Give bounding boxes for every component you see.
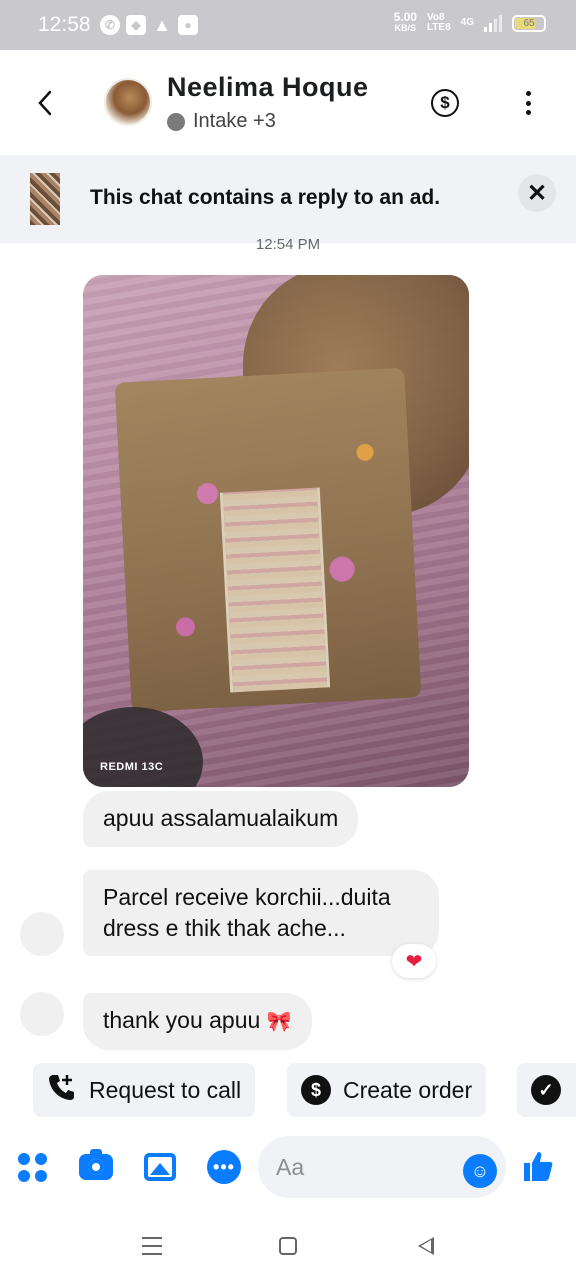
- status-right: 5.00 KB/S Vo8 LTE8 4G 65: [393, 10, 546, 34]
- volte-indicator: Vo8 LTE8: [427, 13, 451, 33]
- status-dot-icon: [167, 112, 185, 131]
- home-button[interactable]: [276, 1235, 300, 1257]
- battery-icon: 65: [512, 14, 546, 32]
- speed-value: 5.00: [393, 10, 417, 24]
- messenger-extras-button[interactable]: •••: [207, 1150, 241, 1184]
- back-triangle-icon: [418, 1237, 434, 1255]
- more-apps-button[interactable]: [15, 1150, 49, 1184]
- speed-unit: KB/S: [394, 23, 417, 33]
- message-input[interactable]: Aa ☺: [258, 1136, 506, 1198]
- signal-icon: [484, 14, 502, 32]
- ribbon-emoji: 🎀: [266, 1011, 292, 1033]
- whatsapp-icon: ✆: [100, 15, 120, 35]
- like-button[interactable]: [520, 1148, 556, 1184]
- mark-done-button[interactable]: ✓: [517, 1063, 576, 1117]
- message-text-line: Parcel receive korchii...duita: [103, 884, 391, 910]
- contact-subtitle-text: Intake +3: [193, 110, 276, 132]
- status-bar: 12:58 ✆ ◆ ▲ ● 5.00 KB/S Vo8 LTE8 4G 65: [0, 0, 576, 50]
- more-options-button[interactable]: [514, 88, 542, 118]
- close-icon: ✕: [526, 179, 548, 207]
- warning-icon: ▲: [153, 14, 171, 35]
- app-notification-icon: ◆: [126, 15, 146, 35]
- ad-reply-banner: This chat contains a reply to an ad. ✕: [0, 155, 576, 243]
- battery-level: 65: [523, 17, 535, 29]
- back-button[interactable]: [30, 88, 60, 118]
- camera-watermark: REDMI 13C: [100, 761, 164, 773]
- message-timestamp: 12:54 PM: [255, 236, 321, 252]
- message-bubble[interactable]: thank you apuu 🎀: [83, 993, 312, 1050]
- phone-plus-icon: [47, 1072, 77, 1109]
- messenger-dots-icon: •••: [207, 1150, 241, 1184]
- lte-label: LTE8: [426, 22, 451, 33]
- network-speed: 5.00 KB/S: [393, 10, 417, 34]
- menu-icon: [142, 1237, 162, 1255]
- gallery-button[interactable]: [143, 1150, 177, 1184]
- dollar-icon: $: [301, 1075, 331, 1105]
- photo-message[interactable]: REDMI 13C: [83, 275, 469, 787]
- sender-avatar-placeholder: [20, 992, 64, 1036]
- system-back-button[interactable]: [414, 1235, 438, 1257]
- chip-label: Create order: [343, 1076, 473, 1103]
- message-composer: ••• Aa ☺: [0, 1136, 576, 1200]
- close-banner-button[interactable]: ✕: [518, 174, 556, 212]
- heart-reaction[interactable]: ❤: [392, 944, 436, 978]
- message-input-placeholder: Aa: [276, 1154, 305, 1180]
- ad-banner-text: This chat contains a reply to an ad.: [90, 186, 441, 209]
- contact-name[interactable]: Neelima Hoque: [167, 72, 369, 103]
- sender-avatar-placeholder: [20, 912, 64, 956]
- contact-avatar[interactable]: [104, 78, 152, 126]
- contact-subtitle[interactable]: Intake +3: [167, 110, 276, 133]
- chevron-left-icon: [38, 90, 52, 116]
- dollar-button[interactable]: $: [431, 89, 459, 117]
- system-nav-bar: [0, 1210, 576, 1280]
- message-text-line: dress e thik thak ache...: [103, 915, 346, 941]
- quick-actions: Request to call $ Create order ✓: [0, 1063, 576, 1119]
- apps-grid-icon: [17, 1152, 47, 1182]
- chat-notification-icon: ●: [178, 15, 198, 35]
- request-to-call-button[interactable]: Request to call: [33, 1063, 256, 1117]
- camera-button[interactable]: [79, 1149, 113, 1184]
- network-type: 4G: [460, 17, 474, 28]
- image-icon: [144, 1153, 176, 1181]
- message-text: apuu assalamualaikum: [103, 805, 339, 831]
- create-order-button[interactable]: $ Create order: [287, 1063, 487, 1117]
- message-text: thank you apuu: [103, 1007, 261, 1033]
- thumbs-up-icon: [524, 1152, 553, 1181]
- message-bubble[interactable]: apuu assalamualaikum: [83, 791, 359, 847]
- home-icon: [279, 1237, 297, 1255]
- message-bubble[interactable]: Parcel receive korchii...duita dress e t…: [83, 870, 439, 956]
- smiley-icon: ☺: [470, 1160, 490, 1181]
- camera-icon: [79, 1149, 113, 1180]
- heart-icon: ❤: [405, 950, 423, 973]
- emoji-button[interactable]: ☺: [463, 1154, 497, 1188]
- chip-label: Request to call: [89, 1076, 242, 1103]
- status-time: 12:58: [38, 13, 91, 36]
- ad-thumbnail[interactable]: [30, 173, 60, 225]
- recent-apps-button[interactable]: [140, 1235, 164, 1257]
- notification-icons: ✆ ◆ ▲ ●: [100, 15, 198, 35]
- check-circle-icon: ✓: [531, 1075, 561, 1105]
- chat-header: Neelima Hoque Intake +3 $: [0, 50, 576, 155]
